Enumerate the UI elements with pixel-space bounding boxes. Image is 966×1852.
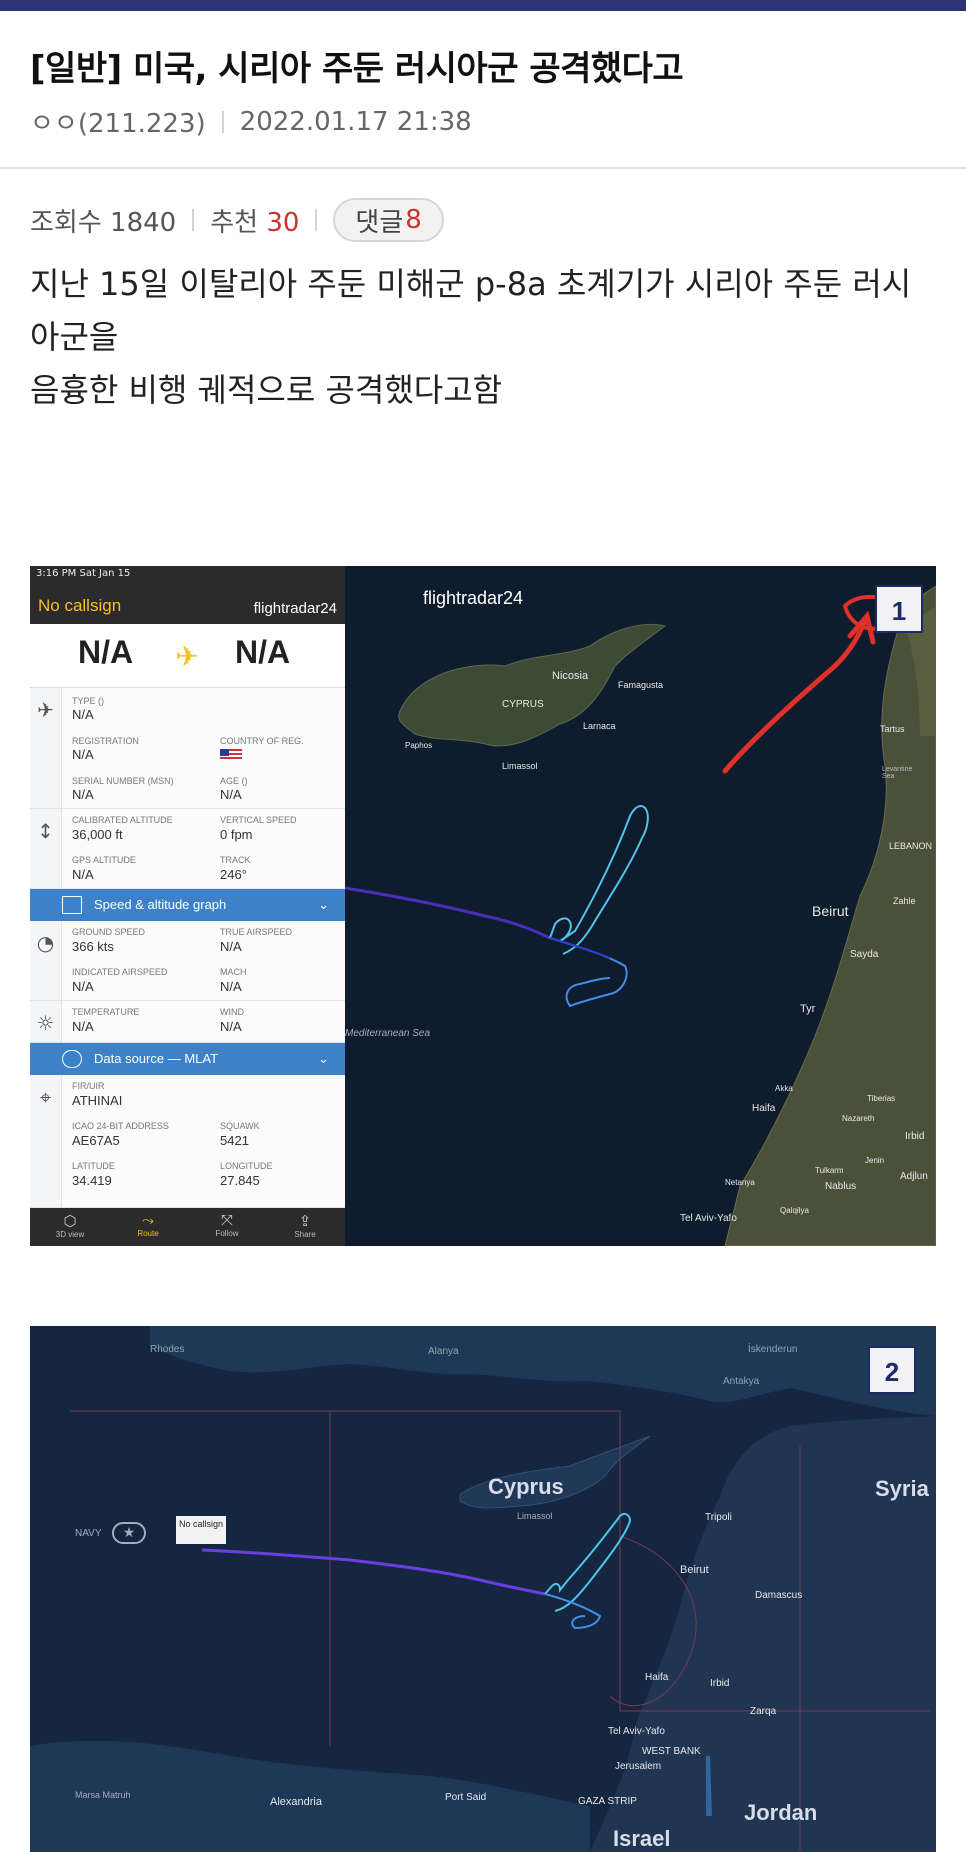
route-icon: ⤳ [141,1212,154,1229]
weather-icon: ☼ [30,1001,62,1042]
post-date: 2022.01.17 21:38 [239,106,472,137]
chevron-down-icon: ⌄ [318,1051,329,1066]
position-section: ⌖ FIR/UIR ATHINAI ICAO 24-BIT ADDRESS AE… [30,1075,345,1208]
tab-3d-view[interactable]: ⬡ 3D view [40,1212,100,1239]
body-paragraph: 음흉한 비행 궤적으로 공격했다고함 [30,371,503,409]
aircraft-icon: ✈ [30,688,62,808]
callsign: No callsign [38,596,122,615]
post-stats: 조회수 1840 추천 30 댓글 8 [30,197,444,243]
device-status-bar: 3:16 PM Sat Jan 15 [30,566,345,582]
flight-map-screenshot-2[interactable]: Rhodes Alanya İskenderun Antakya Cyprus … [30,1326,936,1852]
navy-roundel-icon: ★ [112,1522,146,1544]
speed-altitude-graph-toggle[interactable]: Speed & altitude graph ⌄ [30,889,345,921]
image-number-badge: 1 [875,585,923,633]
cyprus-label: Cyprus [488,1474,564,1499]
tab-follow[interactable]: ⤧ Follow [197,1212,257,1238]
stats-divider [315,209,318,231]
map-graphic-2 [30,1326,936,1852]
image-number-badge: 2 [868,1346,916,1394]
plane-icon: ✈ [170,640,204,674]
comments-button[interactable]: 댓글 8 [333,198,444,242]
flightradar-logo: flightradar24 [423,588,524,608]
altitude-icon: ↕ [30,809,62,888]
callsign-tag: No callsign [176,1516,226,1544]
weather-section: ☼ TEMPERATURE N/A WIND N/A [30,1001,345,1043]
radar-icon: ⌖ [30,1075,62,1207]
top-accent-bar [0,0,966,11]
view-count: 조회수 1840 [30,207,177,238]
navy-label: NAVY [75,1528,102,1539]
map-view-1[interactable]: flightradar24 Nicosia Famagusta CYPRUS L… [344,566,936,1246]
flight-tracker-screenshot-1[interactable]: 3:16 PM Sat Jan 15 No callsign flightrad… [30,566,936,1246]
meta-divider [221,110,224,133]
chevron-down-icon: ⌄ [318,897,329,912]
destination: N/A [235,634,291,670]
flight-header: No callsign flightradar24 [30,582,345,624]
altitude-section: ↕ CALIBRATED ALTITUDE 36,000 ft VERTICAL… [30,809,345,889]
post-title: [일반] 미국, 시리아 주둔 러시아군 공격했다고 [30,49,684,89]
route-summary: N/A ✈ N/A [30,624,345,688]
stats-divider [192,209,195,231]
data-source-toggle[interactable]: Data source — MLAT ⌄ [30,1043,345,1075]
follow-icon: ⤧ [220,1212,233,1229]
body-paragraph: 지난 15일 이탈리아 주둔 미해군 p-8a 초계기가 시리아 주둔 러시아군… [30,265,912,356]
tab-route[interactable]: ⤳ Route [118,1212,178,1238]
aircraft-section: ✈ TYPE () N/A REGISTRATION N/A COUNTRY O… [30,688,345,809]
flightradar-logo: flightradar24 [253,600,337,617]
origin: N/A [78,634,134,670]
post-meta: ㅇㅇ(211.223) 2022.01.17 21:38 [30,103,472,140]
bottom-tab-bar: ⬡ 3D view ⤳ Route ⤧ Follow ⇪ Share [30,1208,345,1246]
us-flag-icon [220,749,242,761]
recommend-count: 추천 30 [210,207,300,238]
speed-section: ◔ GROUND SPEED 366 kts TRUE AIRSPEED N/A… [30,921,345,1001]
post-header: [일반] 미국, 시리아 주둔 러시아군 공격했다고 ㅇㅇ(211.223) 2… [0,11,966,169]
post-body: 지난 15일 이탈리아 주둔 미해군 p-8a 초계기가 시리아 주둔 러시아군… [30,258,940,417]
tab-share[interactable]: ⇪ Share [275,1212,335,1239]
author-name[interactable]: ㅇㅇ(211.223) [30,103,206,140]
speedometer-icon: ◔ [30,921,62,1000]
graph-icon [62,896,82,914]
cube-icon: ⬡ [63,1213,77,1230]
antenna-icon [62,1050,82,1068]
flight-info-panel: 3:16 PM Sat Jan 15 No callsign flightrad… [30,566,345,1246]
share-icon: ⇪ [298,1213,312,1230]
